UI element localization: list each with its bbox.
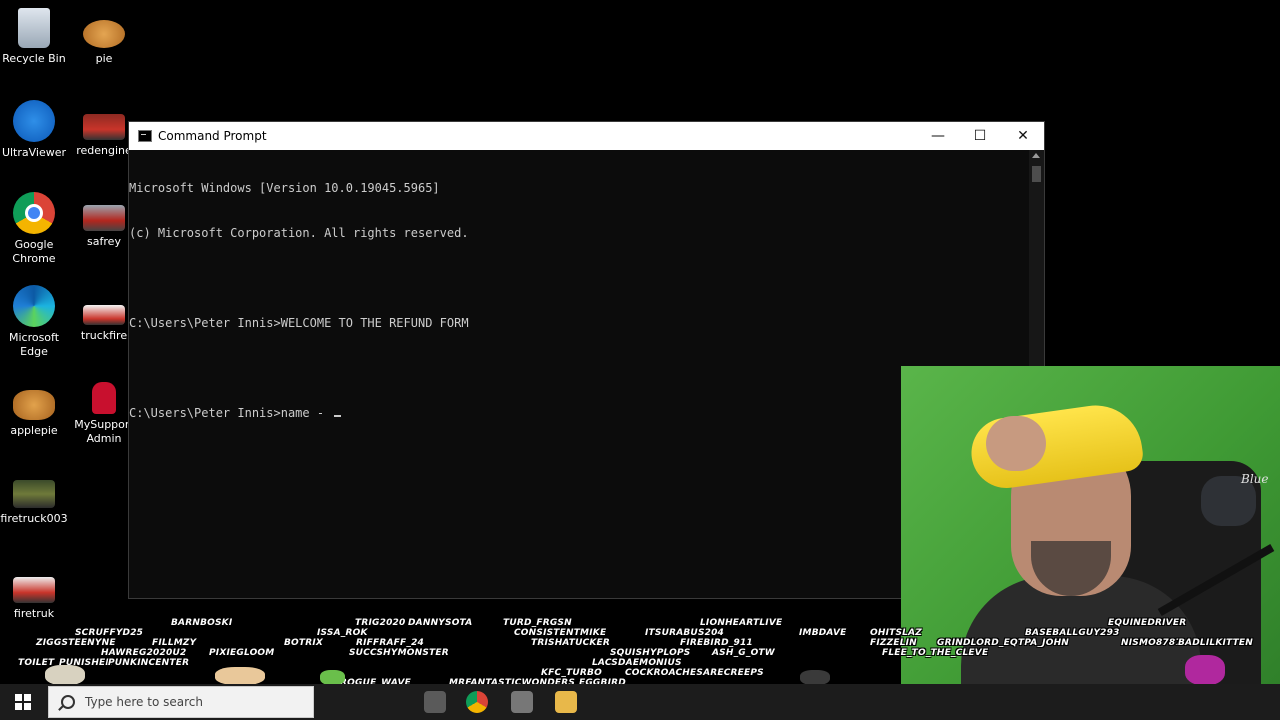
chat-name: BARNBOSKI (171, 618, 233, 628)
firetruck-image-icon (13, 577, 55, 603)
close-icon: ✕ (1017, 128, 1029, 144)
taskbar-search-box[interactable]: Type here to search (48, 686, 314, 718)
chat-name: DANNYSOTA (408, 618, 473, 628)
firetruck-image-icon (13, 480, 55, 508)
mic-brand-label: Blue (1241, 472, 1269, 486)
desktop-icon-applepie[interactable]: applepie (0, 390, 71, 438)
chat-name: PIXIEGLOOM (209, 648, 275, 658)
desktop-icon-firetruk[interactable]: firetruk (0, 577, 71, 621)
chat-name: TURD_FRGSN (503, 618, 572, 628)
windows-logo-icon (15, 694, 31, 710)
chat-name: SQUISHYPLOPS (610, 648, 691, 658)
search-placeholder: Type here to search (85, 695, 203, 709)
chat-name: HAWREG2020U2 (101, 648, 187, 658)
text-cursor (334, 415, 342, 417)
chat-name: ZIGGSTEENYNE (36, 638, 116, 648)
chat-avatar-sprite (320, 670, 345, 685)
start-button[interactable] (0, 684, 46, 720)
minimize-button[interactable]: — (916, 122, 960, 150)
firetruck-image-icon (83, 205, 125, 231)
webcam-overlay: Blue (901, 366, 1280, 720)
chat-avatar-sprite (215, 667, 265, 685)
task-view-icon[interactable] (424, 691, 446, 713)
chat-name: KFC_TURBO (541, 668, 602, 678)
file-explorer-icon[interactable] (555, 691, 577, 713)
chat-name: RIFFRAFF_24 (356, 638, 424, 648)
recycle-bin-icon (18, 8, 50, 48)
edge-icon (13, 285, 55, 327)
console-prompt: C:\Users\Peter Innis>name - (129, 406, 332, 420)
desktop-icon-recycle-bin[interactable]: Recycle Bin (0, 8, 71, 66)
console-output[interactable]: Microsoft Windows [Version 10.0.19045.59… (129, 150, 1029, 598)
search-icon (61, 695, 75, 709)
chat-avatar-sprite (45, 665, 85, 685)
chat-name: ITSURABUS204 (645, 628, 725, 638)
console-prompt-line: C:\Users\Peter Innis>name - (129, 406, 1029, 421)
title-bar[interactable]: Command Prompt — ☐ ✕ (129, 122, 1044, 150)
chat-name: FIREBIRD_911 (680, 638, 753, 648)
scroll-up-icon[interactable] (1032, 153, 1040, 158)
maximize-button[interactable]: ☐ (958, 122, 1002, 150)
chat-name: LIONHEARTLIVE (700, 618, 783, 628)
chat-name: ISSA_ROK (317, 628, 368, 638)
chat-name: TOILET_PUNISHER (18, 658, 113, 668)
chat-name: TRISHATUCKER (531, 638, 611, 648)
console-line: (c) Microsoft Corporation. All rights re… (129, 226, 469, 240)
pie-icon (83, 20, 125, 48)
close-button[interactable]: ✕ (1001, 122, 1045, 150)
desktop-icon-google-chrome[interactable]: Google Chrome (0, 192, 71, 266)
chat-avatar-sprite (800, 670, 830, 685)
chat-name: BOTRIX (284, 638, 324, 648)
chrome-icon[interactable] (466, 691, 488, 713)
chat-name: ASH_G_OTW (712, 648, 775, 658)
chat-name: TRIG2020 (355, 618, 406, 628)
scrollbar-thumb[interactable] (1032, 166, 1041, 182)
chat-name: CONSISTENTMIKE (514, 628, 607, 638)
chat-name: SUCCSHYMONSTER (349, 648, 449, 658)
console-line: Microsoft Windows [Version 10.0.19045.59… (129, 181, 440, 195)
mysupport-admin-icon (92, 382, 116, 414)
camera-icon[interactable] (511, 691, 533, 713)
chat-name: PUNKINCENTER (108, 658, 190, 668)
taskbar: Type here to search (0, 684, 1280, 720)
chat-name: COCKROACHESARECREEPS (625, 668, 764, 678)
chat-name: FILLMZY (152, 638, 197, 648)
chrome-icon (13, 192, 55, 234)
minimize-icon: — (931, 128, 945, 144)
chat-name: SCRUFFYD25 (75, 628, 144, 638)
ultraviewer-icon (13, 100, 55, 142)
window-title: Command Prompt (158, 129, 267, 143)
console-line: C:\Users\Peter Innis>WELCOME TO THE REFU… (129, 316, 469, 330)
firetruck-image-icon (83, 305, 125, 325)
desktop-icon-microsoft-edge[interactable]: Microsoft Edge (0, 285, 71, 359)
streamer-hand (986, 416, 1046, 471)
desktop-icon-ultraviewer[interactable]: UltraViewer (0, 100, 71, 160)
applepie-icon (13, 390, 55, 420)
firetruck-image-icon (83, 114, 125, 140)
chat-name: IMBDAVE (799, 628, 847, 638)
chat-name: LACSDAEMONIUS (592, 658, 682, 668)
desktop-icon-firetruck003[interactable]: firetruck003 (0, 480, 71, 526)
maximize-icon: ☐ (973, 128, 987, 144)
cmd-app-icon (138, 130, 152, 142)
desktop-icon-pie[interactable]: pie (67, 20, 141, 66)
